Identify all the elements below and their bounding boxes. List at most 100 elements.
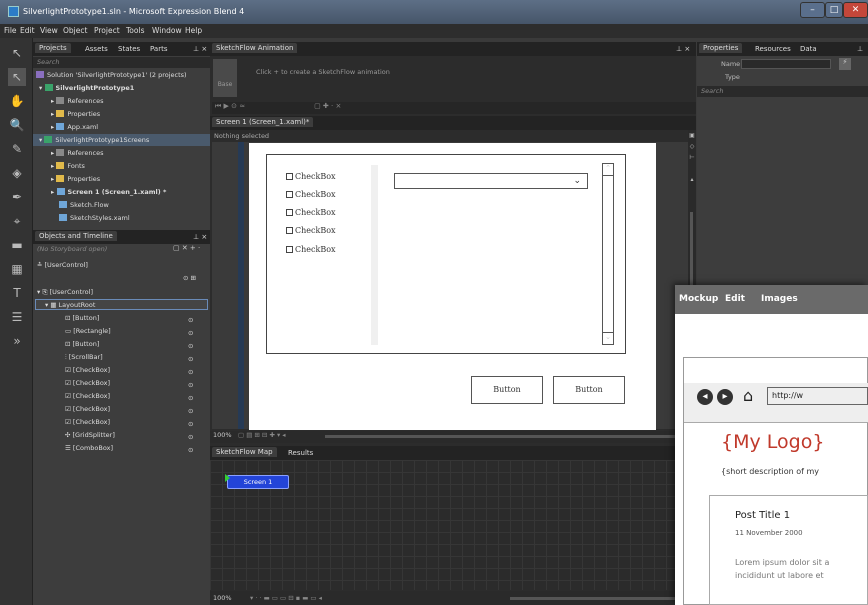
minimize-button[interactable]: – [800, 2, 825, 18]
home-icon[interactable]: ⌂ [743, 386, 753, 405]
horizontal-scrollbar[interactable] [325, 435, 680, 438]
view-options-icons[interactable]: ▢ ▤ ⊞ ⊟ ✚ ▾ ◂ [238, 431, 286, 439]
menu-file[interactable]: File [4, 26, 17, 35]
checkbox-node[interactable]: ☑ [CheckBox] [65, 366, 110, 374]
direct-selection-tool-icon[interactable]: ↖ [8, 68, 26, 86]
pen-tool-icon[interactable]: ✒ [8, 188, 26, 206]
tab-screen1[interactable]: Screen 1 (Screen_1.xaml)* [212, 117, 314, 127]
menu-object[interactable]: Object [63, 26, 87, 35]
tab-resources[interactable]: Resources [755, 45, 791, 53]
menu-tools[interactable]: Tools [126, 26, 144, 35]
checkbox[interactable]: CheckBox [286, 245, 336, 254]
rectangle-node[interactable]: ▭ [Rectangle] [65, 327, 111, 335]
pin-icon[interactable]: ⊥ × [676, 45, 690, 53]
tab-results[interactable]: Results [288, 449, 313, 457]
combobox-node[interactable]: ☰ [ComboBox] [65, 444, 113, 452]
sketch-flow-item[interactable]: Sketch.Flow [59, 201, 109, 209]
checkbox[interactable]: CheckBox [286, 190, 336, 199]
menu-edit[interactable]: Edit [20, 26, 35, 35]
properties-search-input[interactable]: Search [697, 86, 868, 97]
checkbox-node[interactable]: ☑ [CheckBox] [65, 405, 110, 413]
screen1-map-node[interactable]: Screen 1 [227, 475, 289, 489]
control-tool-icon[interactable]: ☰ [8, 308, 26, 326]
visibility-eye-icon[interactable]: ⊙ ⊙ ⊙ ⊙ ⊙ ⊙ ⊙ ⊙ ⊙ ⊙ ⊙ [188, 314, 193, 457]
pin-icon[interactable]: ⊥ [857, 45, 863, 53]
map-zoom-level[interactable]: 100% [213, 594, 232, 602]
tab-parts[interactable]: Parts [150, 45, 167, 53]
pan-tool-icon[interactable]: ✋ [8, 92, 26, 110]
scrollbar[interactable]: ⌃ ⌄ [602, 163, 614, 345]
tab-assets[interactable]: Assets [85, 45, 108, 53]
tab-states[interactable]: States [118, 45, 140, 53]
menu-window[interactable]: Window [152, 26, 182, 35]
paint-bucket-tool-icon[interactable]: ◈ [8, 164, 26, 182]
post-title[interactable]: Post Title 1 [735, 510, 790, 521]
animation-controls[interactable]: ⏮ ▶ ⊙ ≈ ▢ ✚ · × [212, 102, 696, 114]
usercontrol-node[interactable]: ▾ ⎘ [UserControl] [37, 288, 93, 297]
solution-item[interactable]: Solution 'SilverlightPrototype1' (2 proj… [36, 71, 187, 79]
project-item[interactable]: ▾ SilverlightPrototype1 [39, 84, 134, 92]
selection-tool-icon[interactable]: ↖ [8, 44, 26, 62]
layoutroot-node[interactable]: ▾ ▦ LayoutRoot [45, 301, 95, 309]
assets-tool-icon[interactable]: » [8, 332, 26, 350]
combobox[interactable]: ⌄ [394, 173, 588, 189]
menu-project[interactable]: Project [94, 26, 120, 35]
mockup-menu-edit[interactable]: Edit [725, 294, 745, 304]
references-item[interactable]: ▸ References [51, 97, 103, 105]
sketch-styles-item[interactable]: SketchStyles.xaml [59, 214, 130, 222]
map-scrollbar[interactable] [510, 597, 685, 600]
scrollbar-node[interactable]: ⫶ [ScrollBar] [65, 353, 103, 362]
tab-objects-timeline[interactable]: Objects and Timeline [35, 231, 117, 241]
close-button[interactable]: ✕ [843, 2, 868, 18]
base-state[interactable]: Base [213, 59, 237, 97]
map-tool-icons[interactable]: ▾ · · ▬ ▭ ▭ ⊟ ▪ ▬ ▭ ◂ [250, 594, 322, 602]
checkbox-node[interactable]: ☑ [CheckBox] [65, 418, 110, 426]
forward-arrow-icon[interactable]: ▸ [717, 389, 733, 405]
fonts-item[interactable]: ▸ Fonts [51, 162, 85, 170]
pin-icon[interactable]: ⊥ × [193, 45, 207, 53]
checkbox-node[interactable]: ☑ [CheckBox] [65, 379, 110, 387]
menu-view[interactable]: View [40, 26, 58, 35]
events-icon[interactable]: ⚡ [839, 58, 851, 70]
maximize-button[interactable]: □ [825, 2, 843, 18]
pencil-tool-icon[interactable]: ⌖ [8, 212, 26, 230]
gridsplitter-node[interactable]: ✣ [GridSplitter] [65, 431, 115, 439]
grid-tool-icon[interactable]: ▦ [8, 260, 26, 278]
tab-sketchflow-map[interactable]: SketchFlow Map [212, 447, 277, 457]
menu-help[interactable]: Help [185, 26, 202, 35]
sketch-button[interactable]: Button [553, 376, 625, 404]
checkbox[interactable]: CheckBox [286, 226, 336, 235]
rectangle-tool-icon[interactable]: ▬ [8, 236, 26, 254]
zoom-tool-icon[interactable]: 🔍 [8, 116, 26, 134]
name-input[interactable] [741, 59, 831, 69]
screens-references-item[interactable]: ▸ References [51, 149, 103, 157]
projects-search-input[interactable]: Search [33, 57, 210, 68]
tab-properties[interactable]: Properties [699, 43, 743, 53]
mockup-menu-mockup[interactable]: Mockup [679, 294, 718, 304]
checkbox-node[interactable]: ☑ [CheckBox] [65, 392, 110, 400]
usercontrol-scope[interactable]: ≛ [UserControl] [37, 261, 88, 269]
button-node[interactable]: ⊡ [Button] [65, 314, 99, 322]
sketch-button[interactable]: Button [471, 376, 543, 404]
zoom-level[interactable]: 100% [213, 431, 232, 439]
pin-icon[interactable]: ⊥ × [193, 233, 207, 241]
checkbox[interactable]: CheckBox [286, 172, 336, 181]
eye-lock-icons[interactable]: ⊙ ⊞ [183, 274, 196, 282]
artboard[interactable]: CheckBox CheckBox CheckBox CheckBox Chec… [249, 143, 656, 430]
storyboard-controls[interactable]: ▢ ✕ + · [173, 244, 200, 252]
checkbox[interactable]: CheckBox [286, 208, 336, 217]
screens-properties-item[interactable]: ▸ Properties [51, 175, 100, 183]
back-arrow-icon[interactable]: ◂ [697, 389, 713, 405]
button-node[interactable]: ⊡ [Button] [65, 340, 99, 348]
tab-data[interactable]: Data [800, 45, 817, 53]
mockup-menu-images[interactable]: Images [761, 294, 798, 304]
scroll-down-icon[interactable]: ⌄ [603, 332, 613, 344]
screens-project-item[interactable]: ▾ SilverlightPrototype1Screens [39, 136, 149, 144]
grid-splitter[interactable] [371, 165, 378, 345]
properties-item[interactable]: ▸ Properties [51, 110, 100, 118]
textblock-tool-icon[interactable]: T [8, 284, 26, 302]
app-xaml-item[interactable]: ▸ App.xaml [51, 123, 98, 131]
eyedropper-tool-icon[interactable]: ✎ [8, 140, 26, 158]
url-field[interactable]: http://w [767, 387, 868, 405]
tab-projects[interactable]: Projects [35, 43, 71, 53]
